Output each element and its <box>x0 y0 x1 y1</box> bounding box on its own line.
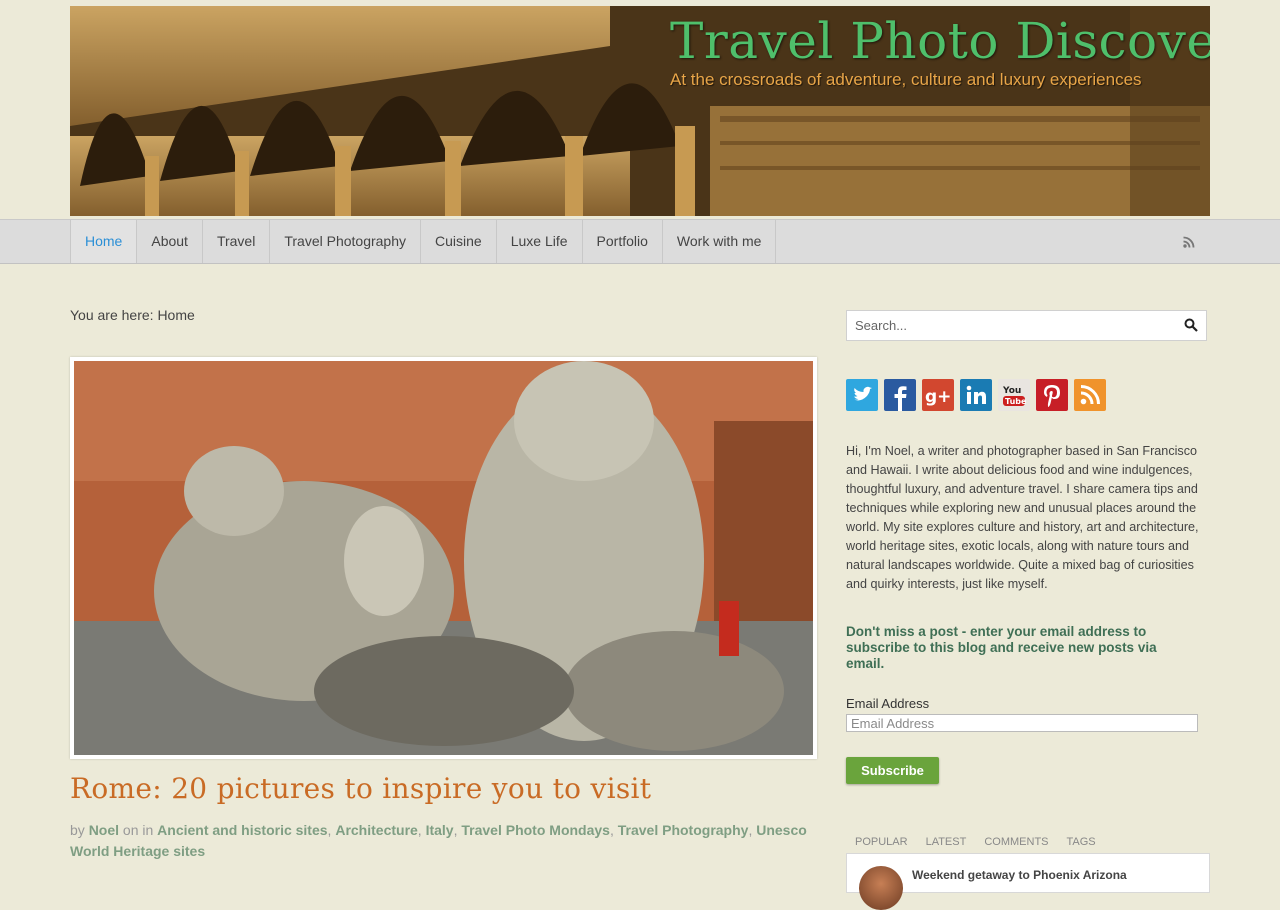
tab-tags[interactable]: TAGS <box>1058 832 1105 852</box>
post-thumbnail[interactable] <box>859 866 903 910</box>
nav-item-about[interactable]: About <box>136 220 202 263</box>
pinterest-icon[interactable] <box>1036 379 1068 411</box>
tab-popular[interactable]: POPULAR <box>846 832 917 852</box>
post-author-link[interactable]: Noel <box>89 822 119 838</box>
post-on-in-label: on in <box>122 822 154 838</box>
post-title[interactable]: Rome: 20 pictures to inspire you to visi… <box>70 772 651 805</box>
category-link[interactable]: Architecture <box>335 822 417 838</box>
linkedin-icon[interactable] <box>960 379 992 411</box>
svg-text:Tube: Tube <box>1005 397 1027 406</box>
google-plus-icon[interactable]: g+ <box>922 379 954 411</box>
search-box <box>846 310 1207 341</box>
post-meta: by Noel on in Ancient and historic sites… <box>70 822 807 859</box>
popular-posts-panel: Weekend getaway to Phoenix Arizona <box>846 853 1210 910</box>
fountain-statue-image[interactable] <box>74 361 813 755</box>
social-icons: g+ You Tube <box>846 379 1106 411</box>
rss-icon[interactable] <box>1074 379 1106 411</box>
email-label: Email Address <box>846 696 930 711</box>
site-tagline: At the crossroads of adventure, culture … <box>670 70 1142 89</box>
youtube-icon[interactable]: You Tube <box>998 379 1030 411</box>
author-bio: Hi, I'm Noel, a writer and photographer … <box>846 444 1199 591</box>
nav-item-home[interactable]: Home <box>70 220 137 263</box>
subscribe-button[interactable]: Subscribe <box>846 757 939 784</box>
site-title[interactable]: Travel Photo Discovery <box>670 12 1210 70</box>
featured-image-frame[interactable] <box>70 357 817 759</box>
widget-tabs: POPULAR LATEST COMMENTS TAGS <box>846 832 1105 852</box>
nav-menu: Home About Travel Travel Photography Cui… <box>70 220 777 263</box>
tab-comments[interactable]: COMMENTS <box>975 832 1057 852</box>
category-link[interactable]: Italy <box>426 822 454 838</box>
facebook-icon[interactable] <box>884 379 916 411</box>
subscribe-heading: Don't miss a post - enter your email add… <box>846 624 1157 671</box>
nav-item-luxe-life[interactable]: Luxe Life <box>495 220 582 263</box>
nav-item-travel-photography[interactable]: Travel Photography <box>269 220 420 263</box>
category-link[interactable]: Ancient and historic sites <box>157 822 327 838</box>
category-link[interactable]: Travel Photography <box>618 822 749 838</box>
email-field[interactable] <box>846 714 1198 732</box>
nav-item-work-with-me[interactable]: Work with me <box>661 220 777 263</box>
nav-item-cuisine[interactable]: Cuisine <box>420 220 496 263</box>
twitter-icon[interactable] <box>846 379 878 411</box>
rss-icon[interactable] <box>1182 235 1196 249</box>
nav-item-travel[interactable]: Travel <box>201 220 269 263</box>
category-link[interactable]: Travel Photo Mondays <box>461 822 610 838</box>
header-banner[interactable]: Travel Photo Discovery At the crossroads… <box>70 6 1210 216</box>
nav-item-portfolio[interactable]: Portfolio <box>581 220 662 263</box>
search-input[interactable] <box>847 311 1183 340</box>
post-by-label: by <box>70 822 85 838</box>
svg-text:You: You <box>1002 386 1021 396</box>
search-icon[interactable] <box>1184 318 1198 332</box>
fountain-statue-illustration <box>74 361 813 755</box>
breadcrumb: You are here: Home <box>70 307 195 323</box>
tab-latest[interactable]: LATEST <box>917 832 976 852</box>
main-navigation: Home About Travel Travel Photography Cui… <box>0 219 1280 264</box>
svg-text:g+: g+ <box>925 387 951 407</box>
